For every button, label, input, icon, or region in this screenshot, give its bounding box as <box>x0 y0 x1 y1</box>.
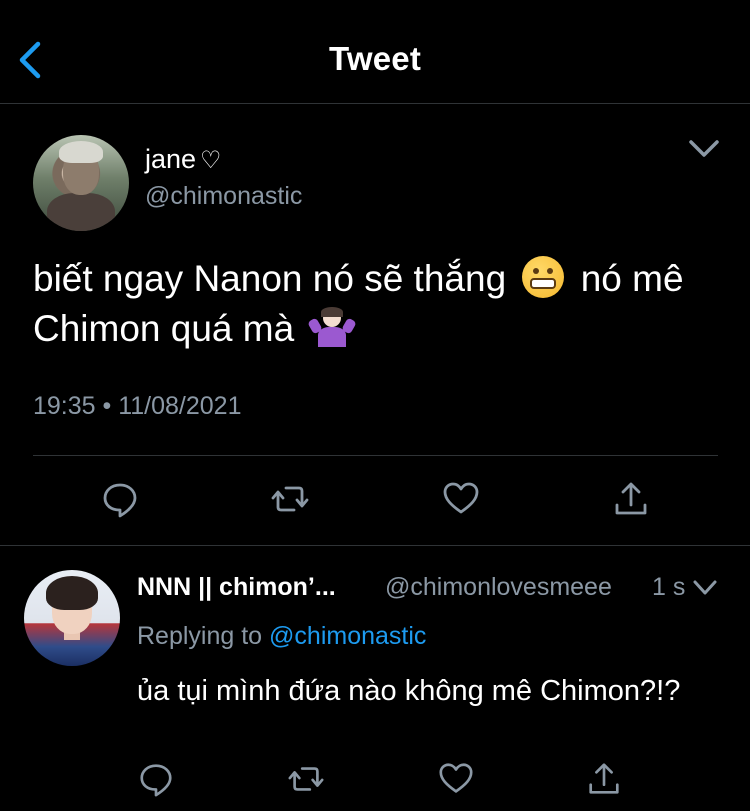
more-options-button[interactable] <box>688 138 720 160</box>
retweet-icon <box>271 486 309 512</box>
tweet-actions <box>0 479 750 523</box>
heart-symbol: ♡ <box>200 147 222 174</box>
reply-button[interactable] <box>100 479 140 519</box>
share-button[interactable] <box>611 479 651 519</box>
chevron-down-icon <box>689 140 719 157</box>
retweet-icon <box>288 767 324 791</box>
retweet-button[interactable] <box>287 760 325 798</box>
main-tweet: jane ♡ @chimonastic biết ngay Nanon nó sẽ… <box>0 104 750 546</box>
share-button[interactable] <box>585 760 623 798</box>
reply-author-name[interactable]: NNN || chimon’... <box>137 573 336 602</box>
avatar-hair <box>46 576 98 610</box>
reply-icon <box>140 764 172 797</box>
like-icon <box>443 482 479 514</box>
reply-author-handle[interactable]: @chimonlovesmeee <box>385 573 612 602</box>
avatar[interactable] <box>33 135 129 231</box>
divider <box>33 455 718 456</box>
grimacing-face-icon <box>522 256 565 298</box>
reply-icon <box>103 483 137 518</box>
chevron-down-icon <box>693 580 717 595</box>
like-button[interactable] <box>437 760 475 798</box>
like-icon <box>439 763 473 793</box>
avatar[interactable] <box>24 570 120 666</box>
share-icon <box>615 482 647 515</box>
retweet-button[interactable] <box>270 479 310 519</box>
author-name[interactable]: jane ♡ <box>145 144 222 175</box>
page-title: Tweet <box>328 40 422 77</box>
replying-to-prefix: Replying to <box>137 622 263 650</box>
woman-shrugging-icon <box>307 307 358 347</box>
reply-button[interactable] <box>137 760 175 798</box>
reply-actions <box>0 760 750 800</box>
reply-more-options-button[interactable] <box>692 579 718 597</box>
reply-tweet[interactable]: NNN || chimon’... @chimonlovesmeee 1 s R… <box>0 546 750 811</box>
reply-time: 1 s <box>652 573 686 601</box>
avatar-body <box>47 193 115 231</box>
author-handle[interactable]: @chimonastic <box>145 182 302 211</box>
replying-to-link[interactable]: @chimonastic <box>269 622 426 650</box>
top-bar: Tweet <box>0 0 750 104</box>
tweet-timestamp[interactable]: 19:35 • 11/08/2021 <box>33 392 241 421</box>
reply-text: ủa tụi mình đứa nào không mê Chimon?!? <box>137 675 681 707</box>
author-name-text: jane <box>145 144 197 174</box>
replying-to: Replying to @chimonastic <box>137 622 426 651</box>
tweet-text-part1: biết ngay Nanon nó sẽ thắng <box>33 258 507 299</box>
tweet-text: biết ngay Nanon nó sẽ thắng nó mê Chimon… <box>33 254 723 354</box>
like-button[interactable] <box>441 479 481 519</box>
avatar-hair <box>59 141 103 163</box>
share-icon <box>589 763 619 794</box>
